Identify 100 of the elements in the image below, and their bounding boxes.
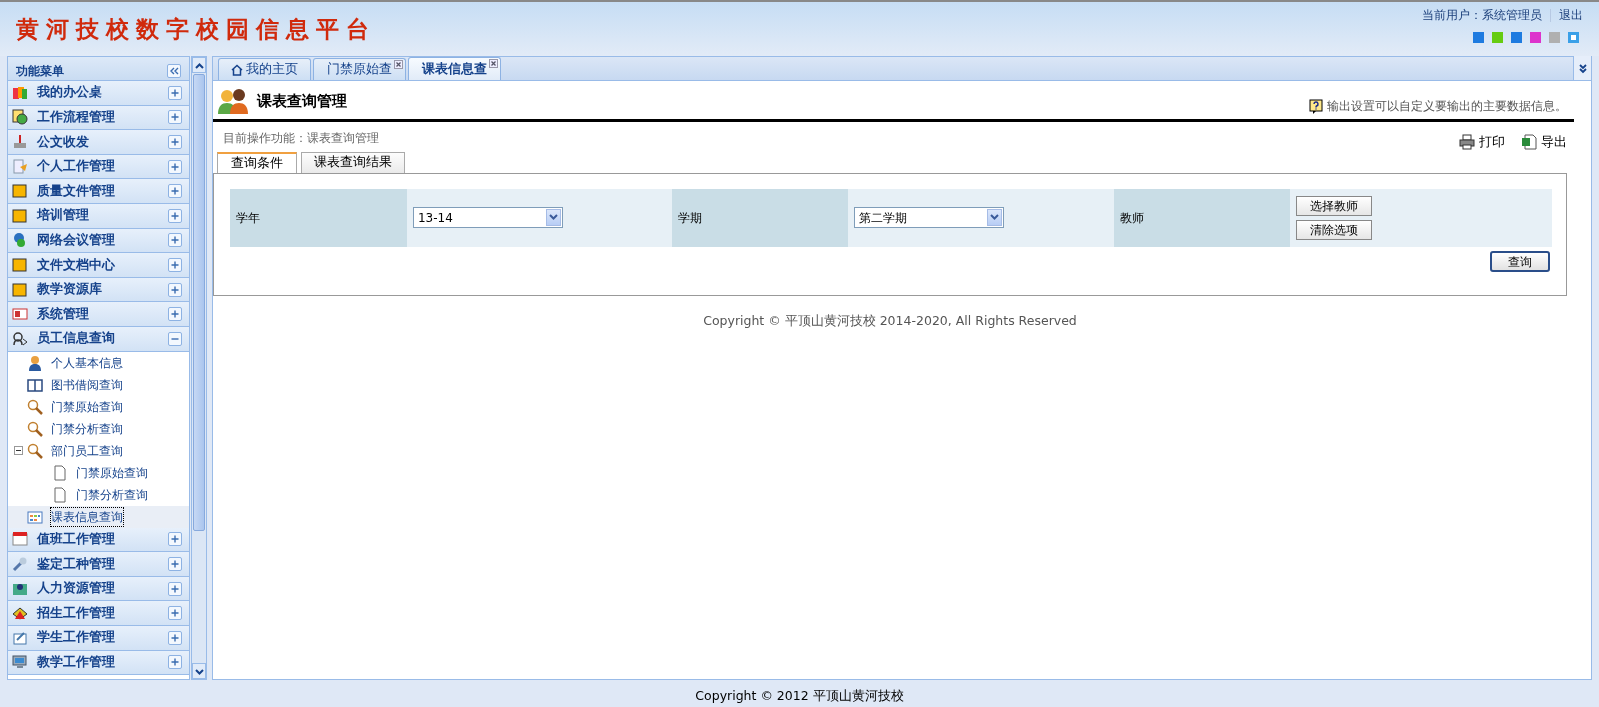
theme-swatch[interactable] — [1530, 32, 1541, 43]
help-icon — [1309, 98, 1323, 114]
footer-copyright: Copyright © 2012 平顶山黄河技校 — [695, 688, 904, 703]
theme-swatch[interactable] — [1511, 32, 1522, 43]
theme-swatch[interactable] — [1492, 32, 1503, 43]
up-icon — [194, 62, 204, 69]
tree-item[interactable]: 门禁分析查询 — [51, 419, 123, 438]
warning-icon — [12, 605, 28, 622]
expand-button[interactable] — [168, 532, 182, 547]
folder-icon — [12, 256, 28, 273]
collapse-sidebar-button[interactable] — [167, 63, 181, 78]
expand-button[interactable] — [168, 556, 182, 571]
expand-button[interactable] — [168, 110, 182, 125]
sidebar-title: 功能菜单 — [16, 62, 64, 80]
tab[interactable]: 课表查询结果 — [301, 151, 405, 173]
close-icon[interactable] — [489, 59, 498, 68]
expand-button[interactable] — [168, 233, 182, 248]
home-icon — [231, 63, 243, 76]
tab[interactable]: 我的主页 — [218, 58, 311, 80]
collapse-button[interactable] — [168, 331, 182, 346]
page-title: 课表查询管理 — [257, 90, 347, 112]
down-icon — [194, 668, 204, 675]
breadcrumb: 目前操作功能：课表查询管理 — [223, 130, 379, 148]
refresh-icon — [12, 109, 28, 126]
theme-swatch[interactable] — [1549, 32, 1560, 43]
close-icon[interactable] — [394, 60, 403, 69]
magnifier-icon — [27, 442, 43, 459]
select-teacher-button[interactable]: 选择教师 — [1296, 195, 1373, 216]
notepad-icon — [12, 158, 28, 175]
export-button[interactable]: 导出 — [1521, 133, 1567, 152]
plus-icon — [170, 210, 180, 221]
tab[interactable]: 课表信息查 — [408, 57, 501, 80]
printer-icon — [1459, 134, 1475, 151]
expand-button[interactable] — [168, 85, 182, 100]
field-label: 教师 — [1120, 210, 1145, 225]
plus-icon — [170, 558, 180, 569]
scroll-up-button[interactable] — [192, 57, 206, 73]
plus-icon — [170, 284, 180, 295]
id-card-icon — [12, 306, 28, 323]
expand-button[interactable] — [168, 630, 182, 645]
expand-button[interactable] — [168, 581, 182, 596]
plus-icon — [170, 112, 180, 123]
folder-icon — [12, 281, 28, 298]
spreadsheet-icon — [1521, 134, 1537, 151]
expand-button[interactable] — [168, 307, 182, 322]
expand-button[interactable] — [168, 184, 182, 199]
plus-icon — [170, 632, 180, 643]
tree-item[interactable]: 门禁分析查询 — [76, 485, 148, 504]
page-icon — [52, 486, 68, 503]
tree-item[interactable]: 个人基本信息 — [51, 353, 123, 372]
expand-button[interactable] — [168, 282, 182, 297]
plus-icon — [170, 608, 180, 619]
field-label: 学期 — [678, 210, 703, 225]
more-tabs-button[interactable] — [1573, 56, 1591, 80]
expand-button[interactable] — [168, 655, 182, 670]
person-icon — [27, 354, 43, 371]
scroll-down-button[interactable] — [192, 663, 206, 679]
dropdown-icon — [987, 209, 1003, 227]
magnifier-icon — [27, 398, 43, 415]
expand-button[interactable] — [168, 135, 182, 149]
plus-icon — [170, 534, 180, 545]
clear-button[interactable]: 清除选项 — [1296, 219, 1373, 240]
print-button[interactable]: 打印 — [1459, 133, 1505, 152]
hint-text: 输出设置可以自定义要输出的主要数据信息。 — [1327, 98, 1567, 115]
double-chevron-down-icon — [1577, 63, 1588, 74]
scrollbar-thumb[interactable] — [193, 74, 205, 531]
tree-item[interactable]: 部门员工查询 — [51, 441, 123, 460]
tab[interactable]: 门禁原始查 — [313, 58, 406, 80]
plus-icon — [170, 137, 180, 147]
expand-button[interactable] — [168, 257, 182, 272]
plus-icon — [170, 235, 180, 246]
expand-button[interactable] — [168, 159, 182, 174]
tab[interactable]: 查询条件 — [217, 151, 297, 174]
expand-button[interactable] — [168, 208, 182, 223]
theme-swatch[interactable] — [1473, 32, 1484, 43]
users-icon — [217, 87, 249, 115]
user-search-icon — [12, 330, 28, 347]
select-field[interactable]: 13-14 — [412, 207, 563, 229]
select-field[interactable]: 第二学期 — [854, 207, 1005, 229]
tree-item[interactable]: 门禁原始查询 — [76, 463, 148, 482]
scrollbar[interactable] — [191, 56, 207, 680]
theme-swatch[interactable] — [1568, 32, 1579, 43]
plus-icon — [170, 186, 180, 197]
computer-icon — [12, 654, 28, 671]
expand-button[interactable] — [168, 606, 182, 621]
page-icon — [52, 464, 68, 481]
copyright-text: Copyright © 平顶山黄河技校 2014-2020, All Rights Reserved — [703, 312, 1077, 328]
tree-toggle-icon[interactable] — [14, 446, 23, 456]
current-user-label: 当前用户：系统管理员 — [1422, 7, 1542, 24]
notepad-icon — [12, 629, 28, 646]
plus-icon — [170, 161, 180, 172]
calendar-icon — [12, 531, 28, 548]
plus-icon — [170, 309, 180, 320]
tree-item[interactable]: 图书借阅查询 — [51, 375, 123, 394]
globe-icon — [12, 232, 28, 249]
query-button[interactable]: 查询 — [1490, 250, 1550, 272]
tree-item[interactable]: 门禁原始查询 — [51, 397, 123, 416]
folder-icon — [12, 207, 28, 224]
logout-link[interactable]: 退出 — [1559, 6, 1583, 24]
folder-icon — [12, 183, 28, 200]
